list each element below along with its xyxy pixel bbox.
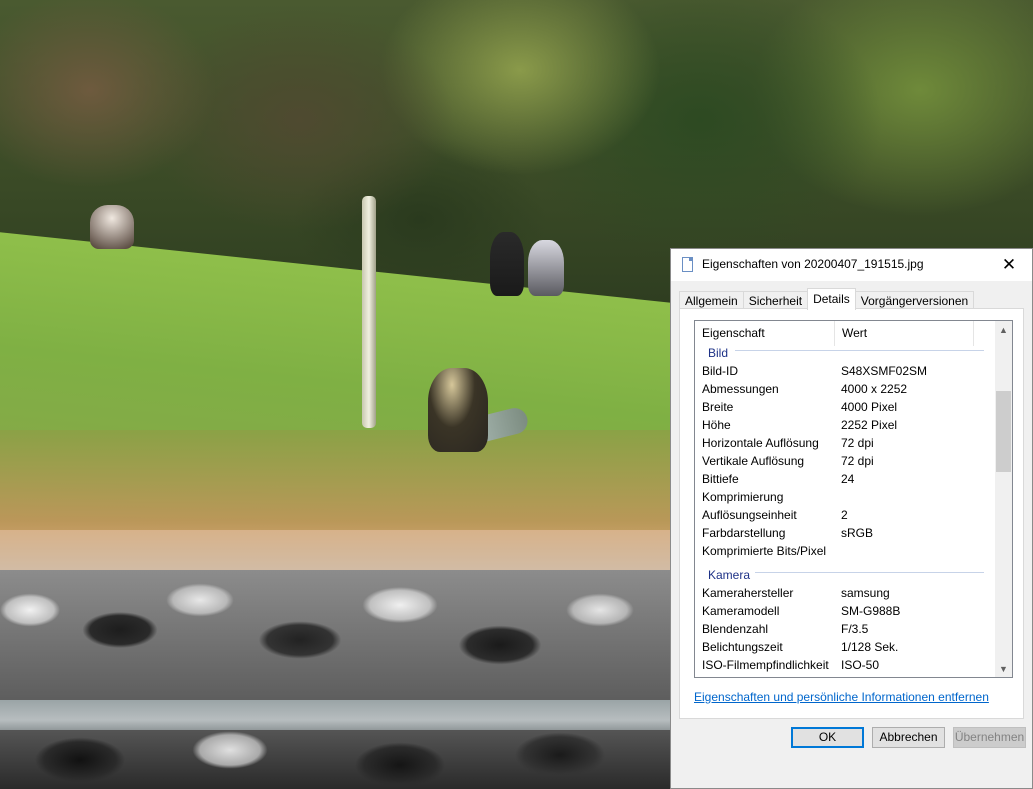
close-icon: ✕ xyxy=(1001,254,1017,274)
property-name: Belichtungszeit xyxy=(702,640,783,654)
property-row[interactable]: Horizontale Auflösung 72 dpi xyxy=(695,434,994,452)
property-value: S48XSMF02SM xyxy=(841,364,928,378)
property-name: Breite xyxy=(702,400,734,414)
property-name: Bittiefe xyxy=(702,472,739,486)
person-sitting xyxy=(428,368,488,452)
property-name: Kameramodell xyxy=(702,604,780,618)
property-row[interactable]: Bittiefe 24 xyxy=(695,470,994,488)
group-divider xyxy=(755,572,984,573)
property-row[interactable]: Höhe 2252 Pixel xyxy=(695,416,994,434)
group-label: Kamera xyxy=(708,568,751,582)
property-row[interactable]: Auflösungseinheit 2 xyxy=(695,506,994,524)
property-row[interactable]: Kameramodell SM-G988B xyxy=(695,602,994,620)
property-name: Auflösungseinheit xyxy=(702,508,797,522)
column-header-property[interactable]: Eigenschaft xyxy=(695,321,835,346)
property-name: Komprimierung xyxy=(702,490,784,504)
property-value: 4000 Pixel xyxy=(841,400,898,414)
property-name: Abmessungen xyxy=(702,382,779,396)
properties-dialog: Eigenschaften von 20200407_191515.jpg ✕ … xyxy=(670,248,1033,789)
property-name: Blendenzahl xyxy=(702,622,769,636)
vertical-scrollbar[interactable]: ▲ ▼ xyxy=(995,321,1012,677)
property-row[interactable]: Breite 4000 Pixel xyxy=(695,398,994,416)
property-value: 4000 x 2252 xyxy=(841,382,908,396)
property-row[interactable]: Farbdarstellung sRGB xyxy=(695,524,994,542)
tab-details[interactable]: Details xyxy=(807,288,856,310)
tab-strip: Allgemein Sicherheit Details Vorgängerversi… xyxy=(679,288,975,310)
property-row[interactable]: Komprimierung xyxy=(695,488,994,506)
apply-button[interactable]: Übernehmen xyxy=(953,727,1026,748)
close-button[interactable]: ✕ xyxy=(986,249,1032,280)
property-value xyxy=(834,488,984,506)
property-row[interactable]: Bild-ID S48XSMF02SM xyxy=(695,362,994,380)
property-value: 1/128 Sek. xyxy=(841,640,899,654)
property-name: Komprimierte Bits/Pixel xyxy=(702,544,827,558)
property-name: ISO-Filmempfindlichkeit xyxy=(702,658,829,672)
property-row[interactable]: Belichtungszeit 1/128 Sek. xyxy=(695,638,994,656)
details-list[interactable]: Eigenschaft Wert Bild Bild-ID S48XSMF02SM A… xyxy=(694,320,1013,678)
group-header: Bild xyxy=(695,344,994,362)
property-row[interactable]: Blendenzahl F/3.5 xyxy=(695,620,994,638)
property-value: samsung xyxy=(841,586,890,600)
property-row[interactable]: Abmessungen 4000 x 2252 xyxy=(695,380,994,398)
person-dark xyxy=(490,232,524,296)
scroll-down-icon[interactable]: ▼ xyxy=(995,660,1012,677)
property-name: Vertikale Auflösung xyxy=(702,454,805,468)
property-name: Farbdarstellung xyxy=(702,526,786,540)
cancel-button[interactable]: Abbrechen xyxy=(872,727,945,748)
property-value xyxy=(834,542,984,560)
dialog-title: Eigenschaften von 20200407_191515.jpg xyxy=(702,257,924,271)
property-value: 2252 Pixel xyxy=(841,418,898,432)
remove-properties-link[interactable]: Eigenschaften und persönliche Informatio… xyxy=(694,690,989,704)
property-name: Höhe xyxy=(702,418,731,432)
title-bar[interactable]: Eigenschaften von 20200407_191515.jpg ✕ xyxy=(671,249,1032,281)
property-value: ISO-50 xyxy=(841,658,880,672)
property-value: SM-G988B xyxy=(841,604,901,618)
property-value: 72 dpi xyxy=(841,454,874,468)
property-value: sRGB xyxy=(841,526,874,540)
person-light xyxy=(528,240,564,296)
ok-button[interactable]: OK xyxy=(791,727,864,748)
column-header-value[interactable]: Wert xyxy=(835,321,974,346)
property-name: Kamerahersteller xyxy=(702,586,794,600)
property-row[interactable]: Vertikale Auflösung 72 dpi xyxy=(695,452,994,470)
property-row[interactable]: ISO-Filmempfindlichkeit ISO-50 xyxy=(695,656,994,674)
property-row[interactable]: Komprimierte Bits/Pixel xyxy=(695,542,994,560)
group-header: Kamera xyxy=(695,566,994,584)
scroll-thumb[interactable] xyxy=(996,391,1011,472)
group-label: Bild xyxy=(708,346,729,360)
property-rows: Bild Bild-ID S48XSMF02SM Abmessungen 4000 x … xyxy=(695,344,994,674)
property-name: Bild-ID xyxy=(702,364,739,378)
file-icon xyxy=(682,257,693,272)
scroll-up-icon[interactable]: ▲ xyxy=(995,321,1012,338)
person-left xyxy=(90,205,134,249)
property-value: 72 dpi xyxy=(841,436,874,450)
property-value: 2 xyxy=(841,508,848,522)
group-divider xyxy=(735,350,984,351)
list-header: Eigenschaft Wert xyxy=(695,321,994,346)
property-value: F/3.5 xyxy=(841,622,869,636)
details-panel: Eigenschaft Wert Bild Bild-ID S48XSMF02SM A… xyxy=(679,308,1024,719)
property-name: Horizontale Auflösung xyxy=(702,436,819,450)
marker-post xyxy=(362,196,376,428)
property-value: 24 xyxy=(841,472,855,486)
property-row[interactable]: Kamerahersteller samsung xyxy=(695,584,994,602)
